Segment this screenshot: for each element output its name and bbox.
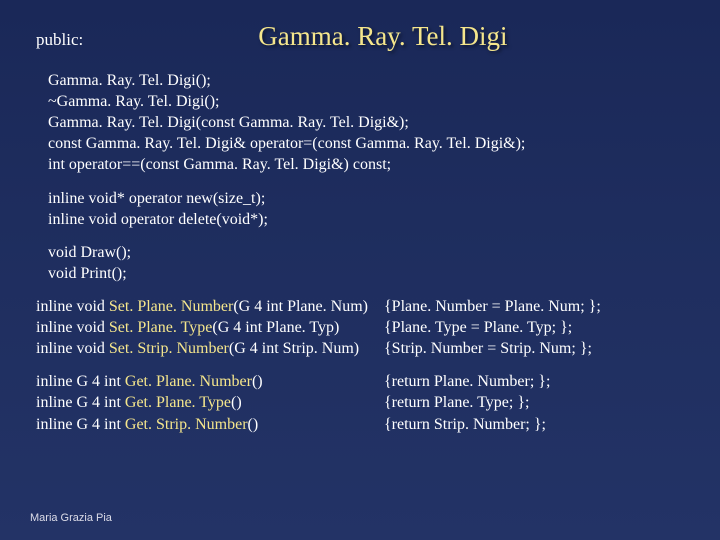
function-name: Set. Plane. Number <box>109 298 233 315</box>
code-text: void <box>48 265 80 282</box>
code-text: new <box>186 190 213 207</box>
code-text: (); <box>112 265 127 282</box>
code-text: inline void* operator <box>48 190 186 207</box>
code-line: inline G 4 int Get. Plane. Type() {retur… <box>36 392 692 413</box>
getters-block: inline G 4 int Get. Plane. Number() {ret… <box>36 371 692 434</box>
code-text: () <box>248 416 259 433</box>
function-name: Get. Plane. Number <box>125 373 252 390</box>
code-line: int operator==(const Gamma. Ray. Tel. Di… <box>48 154 692 175</box>
code-line: inline void Set. Strip. Number(G 4 int S… <box>36 338 692 359</box>
code-text: void <box>48 244 80 261</box>
code-text: {return Plane. Number; }; <box>384 371 692 392</box>
code-text: delete <box>178 211 216 228</box>
code-text: inline void <box>36 298 109 315</box>
function-name: Set. Plane. Type <box>109 319 212 336</box>
code-text: () <box>252 373 263 390</box>
setters-block: inline void Set. Plane. Number(G 4 int P… <box>36 296 692 359</box>
code-line: Gamma. Ray. Tel. Digi(); <box>48 70 692 91</box>
code-text: (); <box>116 244 131 261</box>
constructors-block: Gamma. Ray. Tel. Digi(); ~Gamma. Ray. Te… <box>48 70 692 176</box>
draw-print-block: void Draw(); void Print(); <box>48 242 692 284</box>
code-text: () <box>231 394 242 411</box>
code-text: {Plane. Type = Plane. Typ; }; <box>384 317 692 338</box>
function-name: Get. Strip. Number <box>125 416 248 433</box>
code-text: Draw <box>80 244 116 261</box>
code-line: Gamma. Ray. Tel. Digi(const Gamma. Ray. … <box>48 112 692 133</box>
slide-title: Gamma. Ray. Tel. Digi <box>258 21 507 52</box>
code-line: void Print(); <box>48 263 692 284</box>
code-text: inline void operator <box>48 211 178 228</box>
code-text: inline G 4 int <box>36 394 125 411</box>
code-line: ~Gamma. Ray. Tel. Digi(); <box>48 91 692 112</box>
code-text: inline void <box>36 340 109 357</box>
code-line: void Draw(); <box>48 242 692 263</box>
public-label: public: <box>36 30 83 50</box>
code-text: {return Strip. Number; }; <box>384 414 692 435</box>
code-text: Print <box>80 265 111 282</box>
code-text: inline G 4 int <box>36 373 125 390</box>
slide-container: public: Gamma. Ray. Tel. Digi Gamma. Ray… <box>0 0 720 540</box>
code-text: {return Plane. Type; }; <box>384 392 692 413</box>
code-text: (G 4 int Plane. Num) <box>233 298 368 315</box>
code-text: (G 4 int Plane. Typ) <box>212 319 339 336</box>
code-text: {Plane. Number = Plane. Num; }; <box>384 296 692 317</box>
function-name: Set. Strip. Number <box>109 340 229 357</box>
function-name: Get. Plane. Type <box>125 394 231 411</box>
code-text: {Strip. Number = Strip. Num; }; <box>384 338 692 359</box>
footer-author: Maria Grazia Pia <box>30 512 112 524</box>
code-text: (void*); <box>216 211 268 228</box>
header-row: public: Gamma. Ray. Tel. Digi <box>36 14 692 52</box>
code-text: inline G 4 int <box>36 416 125 433</box>
code-line: inline void Set. Plane. Number(G 4 int P… <box>36 296 692 317</box>
code-line: inline void* operator new(size_t); <box>48 188 692 209</box>
code-line: inline void operator delete(void*); <box>48 209 692 230</box>
code-text: inline void <box>36 319 109 336</box>
new-delete-block: inline void* operator new(size_t); inlin… <box>48 188 692 230</box>
code-line: inline G 4 int Get. Strip. Number() {ret… <box>36 414 692 435</box>
code-text: (size_t); <box>213 190 265 207</box>
code-line: inline G 4 int Get. Plane. Number() {ret… <box>36 371 692 392</box>
code-line: inline void Set. Plane. Type(G 4 int Pla… <box>36 317 692 338</box>
code-text: (G 4 int Strip. Num) <box>229 340 359 357</box>
code-line: const Gamma. Ray. Tel. Digi& operator=(c… <box>48 133 692 154</box>
